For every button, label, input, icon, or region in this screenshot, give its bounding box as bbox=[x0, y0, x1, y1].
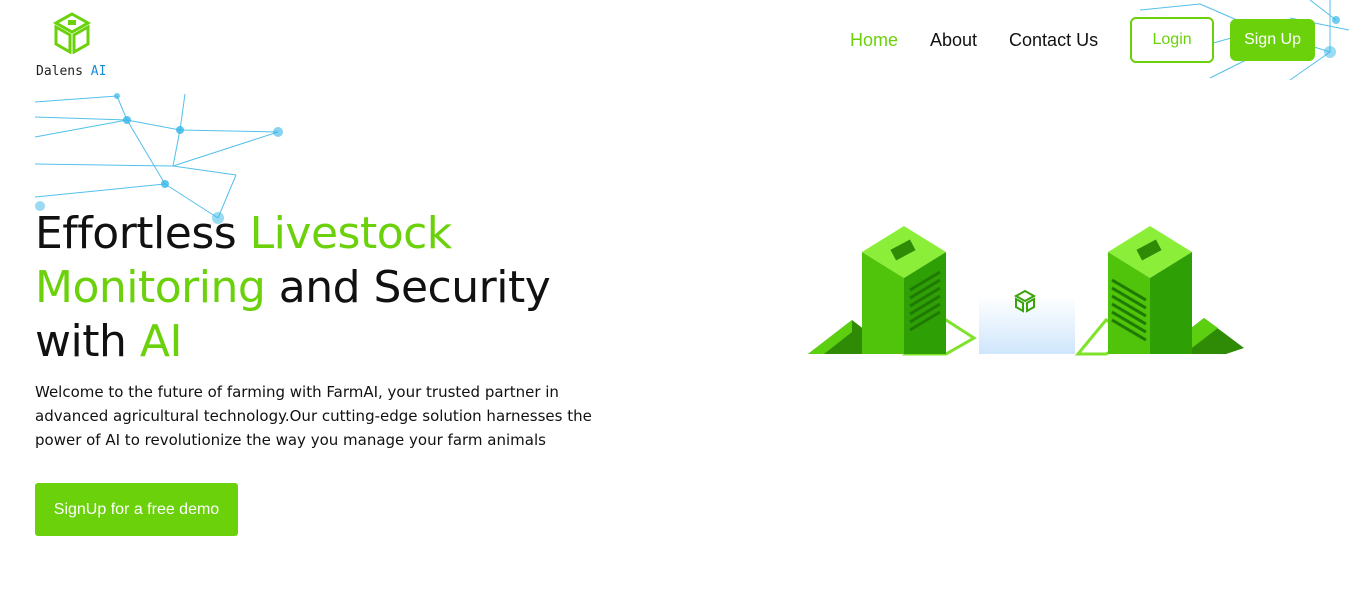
brand-name: Dalens bbox=[36, 64, 83, 79]
hero-description: Welcome to the future of farming with Fa… bbox=[35, 383, 592, 449]
main-nav: Home About Contact Us Login Sign Up bbox=[850, 17, 1315, 63]
login-button[interactable]: Login bbox=[1130, 17, 1215, 63]
free-demo-signup-button[interactable]: SignUp for a free demo bbox=[35, 483, 238, 536]
signup-button[interactable]: Sign Up bbox=[1230, 19, 1315, 61]
dalens-logo-icon bbox=[52, 12, 92, 54]
nav-about-link[interactable]: About bbox=[930, 30, 977, 51]
nav-home-link[interactable]: Home bbox=[850, 30, 898, 51]
hero-title-part4: AI bbox=[139, 316, 183, 367]
brand-suffix: AI bbox=[90, 64, 107, 79]
brand-logo[interactable]: Dalens AI bbox=[36, 12, 116, 84]
hero-title-part1: Effortless bbox=[35, 208, 250, 259]
nav-contact-link[interactable]: Contact Us bbox=[1009, 30, 1098, 51]
hero-title: Effortless Livestock Monitoring and Secu… bbox=[35, 207, 595, 369]
brand-wordmark: Dalens AI bbox=[36, 64, 106, 79]
server-illustration-icon bbox=[808, 226, 1244, 356]
